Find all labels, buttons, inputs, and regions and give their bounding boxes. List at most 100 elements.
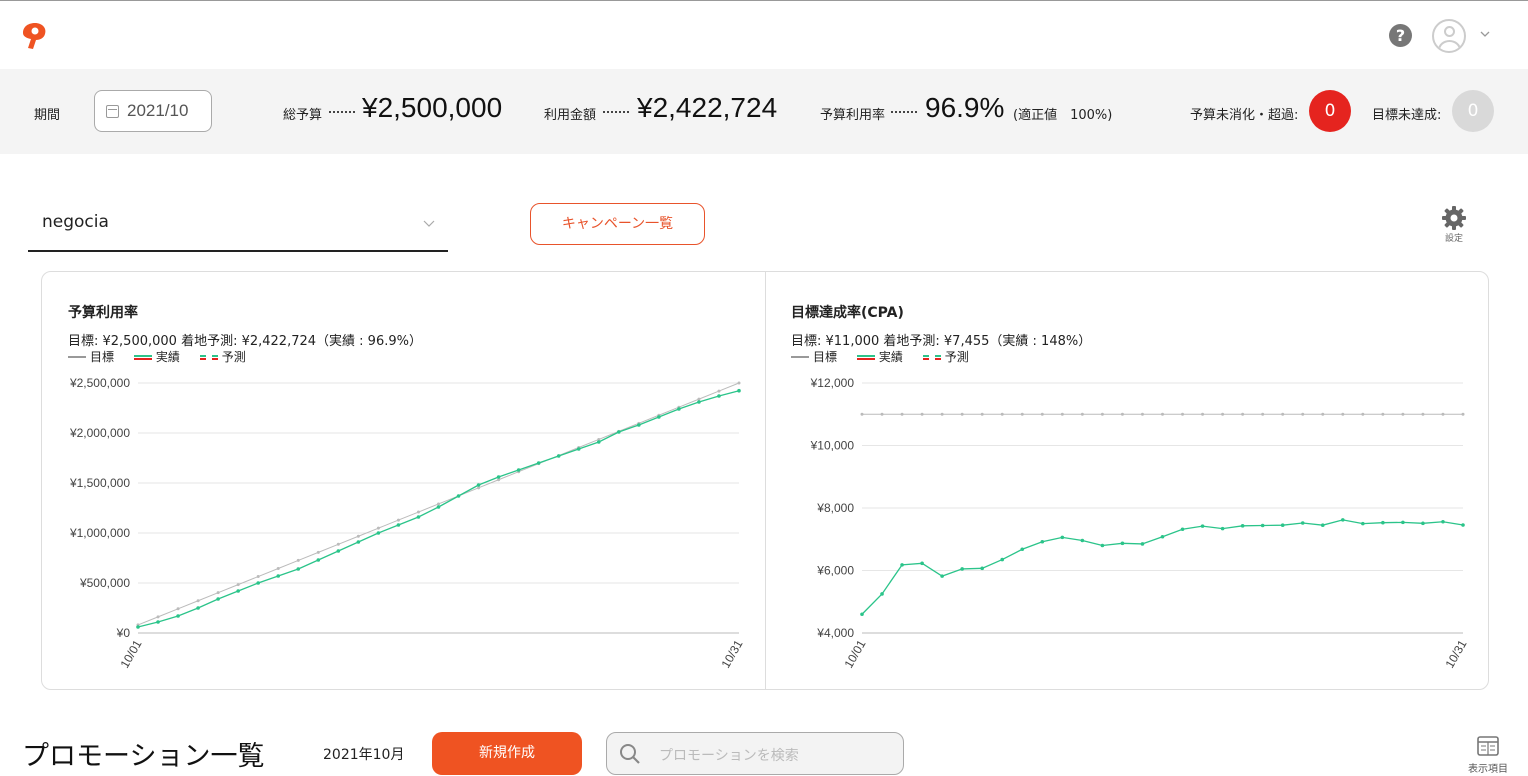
actual-point xyxy=(1160,534,1165,539)
promotion-month: 2021年10月 xyxy=(323,747,405,763)
actual-point xyxy=(920,561,924,566)
actual-point xyxy=(697,400,701,404)
user-avatar-icon[interactable] xyxy=(1432,19,1466,53)
actual-point xyxy=(336,549,341,553)
campaign-list-button[interactable]: キャンペーン一覧 xyxy=(530,203,705,245)
dotted-separator xyxy=(329,111,355,113)
actual-point xyxy=(436,505,441,509)
cpa-achievement-chart: ¥4,000 ¥6,000 ¥8,000 ¥10,000 ¥12,000 10/01 10/… xyxy=(810,376,1470,671)
target-point xyxy=(1000,412,1004,416)
calendar-icon xyxy=(106,105,119,118)
legend-item-target: 目標 xyxy=(68,348,114,365)
actual-point xyxy=(960,567,964,571)
actual-point xyxy=(1280,523,1285,527)
y-tick-label: ¥10,000 xyxy=(810,439,855,453)
search-icon xyxy=(620,744,640,764)
target-point xyxy=(437,502,440,506)
charts-panel: 予算利用率 目標: ¥2,500,000 着地予測: ¥2,422,724（実績… xyxy=(41,271,1489,690)
display-items-label: 表示項目 xyxy=(1468,764,1508,775)
target-point xyxy=(1161,412,1164,416)
target-point xyxy=(1421,412,1425,416)
target-point xyxy=(860,412,864,416)
account-select[interactable]: negocia xyxy=(28,200,448,252)
target-point xyxy=(960,412,964,416)
actual-point xyxy=(356,540,361,544)
top-bar: ? xyxy=(0,0,1528,69)
actual-point xyxy=(456,494,461,498)
y-tick-label: ¥500,000 xyxy=(79,576,130,590)
total-budget-label: 総予算 xyxy=(283,108,323,123)
target-point xyxy=(1241,412,1245,416)
actual-point xyxy=(496,475,501,479)
target-point xyxy=(376,526,380,530)
actual-point xyxy=(940,574,944,578)
actual-point xyxy=(276,574,281,578)
dotted-separator xyxy=(891,111,917,113)
actual-point xyxy=(216,597,220,601)
chart-legend: 目標 実績 予測 xyxy=(791,348,985,365)
actual-point xyxy=(677,407,681,411)
y-tick-label: ¥2,500,000 xyxy=(69,376,130,390)
actual-point xyxy=(1441,519,1445,524)
target-point xyxy=(316,550,320,554)
target-point xyxy=(1381,412,1385,416)
settings-button[interactable]: 設定 xyxy=(1436,205,1472,247)
target-point xyxy=(737,381,741,385)
help-icon[interactable]: ? xyxy=(1389,24,1412,47)
actual-point xyxy=(316,558,321,562)
gear-icon xyxy=(1442,206,1466,230)
unspent-count-badge[interactable]: 0 xyxy=(1309,90,1351,132)
legend-item-target: 目標 xyxy=(791,348,837,365)
settings-label: 設定 xyxy=(1444,234,1463,244)
target-point xyxy=(1441,412,1445,416)
target-point xyxy=(697,397,701,401)
actual-point xyxy=(657,415,661,419)
target-point xyxy=(336,542,340,546)
target-point xyxy=(1361,412,1365,416)
target-unmet-label: 目標未達成: xyxy=(1372,108,1442,123)
actual-series-line xyxy=(137,390,740,628)
actual-point xyxy=(1120,541,1125,546)
usage-rate-value: 96.9% xyxy=(925,92,1005,123)
target-point xyxy=(880,412,884,416)
actual-point xyxy=(1060,535,1065,540)
actual-point xyxy=(396,523,401,527)
new-promotion-button[interactable]: 新規作成 xyxy=(432,732,582,775)
y-tick-label: ¥1,000,000 xyxy=(69,526,130,540)
target-point xyxy=(1181,412,1185,416)
actual-point xyxy=(256,581,260,585)
account-value: negocia xyxy=(42,212,109,232)
chart-legend: 目標 実績 予測 xyxy=(68,348,262,365)
y-tick-label: ¥0 xyxy=(116,626,131,640)
target-point xyxy=(296,558,300,562)
actual-point xyxy=(596,440,601,444)
y-tick-label: ¥8,000 xyxy=(816,501,854,515)
target-point xyxy=(920,412,924,416)
unspent-label: 予算未消化・超過: xyxy=(1190,108,1299,123)
actual-point xyxy=(1421,521,1425,526)
actual-point xyxy=(156,620,160,624)
actual-point xyxy=(196,606,200,610)
target-point xyxy=(276,566,280,570)
y-tick-label: ¥4,000 xyxy=(816,626,854,640)
y-tick-label: ¥6,000 xyxy=(816,564,854,578)
usage-rate-note: (適正値 100%) xyxy=(1013,108,1113,123)
target-point xyxy=(416,510,420,514)
chevron-down-icon[interactable] xyxy=(1478,27,1492,41)
chart-subtitle: 目標: ¥2,500,000 着地予測: ¥2,422,724（実績 : 96.… xyxy=(68,334,422,349)
display-items-button[interactable]: 表示項目 xyxy=(1462,736,1514,776)
actual-series-line xyxy=(861,519,1464,615)
actual-point xyxy=(1320,523,1325,527)
promotion-search-input[interactable]: プロモーションを検索 xyxy=(606,732,904,775)
period-picker[interactable]: 2021/10 xyxy=(94,90,212,132)
legend-item-actual: 実績 xyxy=(133,348,180,365)
target-point xyxy=(396,518,400,522)
actual-point xyxy=(737,388,741,393)
target-point xyxy=(1261,412,1265,416)
target-unmet-count-badge[interactable]: 0 xyxy=(1452,90,1494,132)
dotted-separator xyxy=(603,111,629,113)
actual-point xyxy=(376,531,381,535)
actual-point xyxy=(1140,542,1145,546)
brand-logo-icon[interactable] xyxy=(19,21,49,51)
target-point xyxy=(196,599,200,603)
